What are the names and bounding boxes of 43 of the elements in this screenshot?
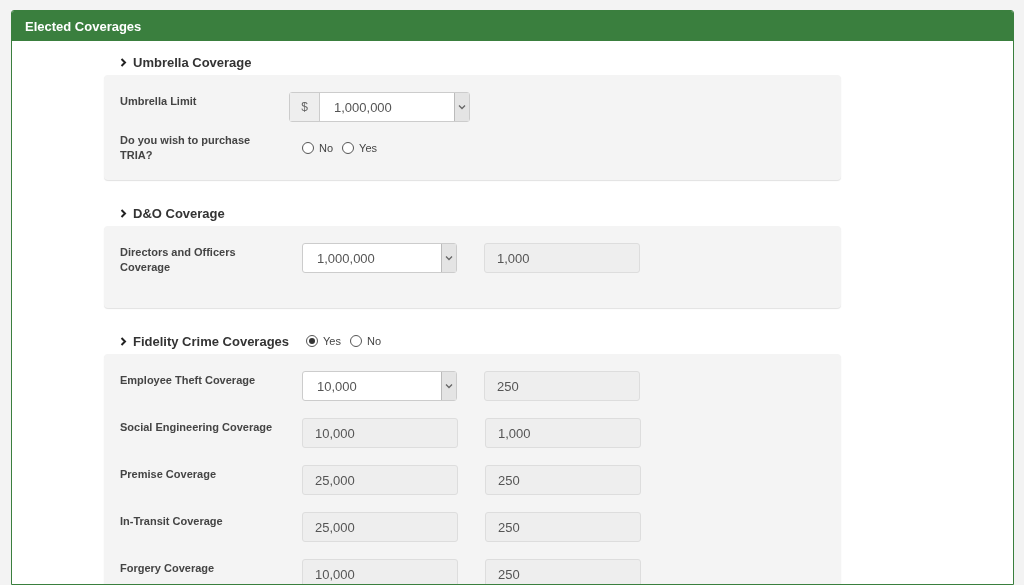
field-label: Employee Theft Coverage <box>120 373 257 388</box>
currency-addon: $ <box>290 93 320 121</box>
readonly-field: 25,000 <box>302 465 458 495</box>
caret-icon <box>445 255 453 261</box>
section-title: D&O Coverage <box>133 205 225 221</box>
radio-option[interactable]: Yes <box>342 142 377 154</box>
select-field[interactable]: 10,000 <box>302 371 457 401</box>
readonly-field: 250 <box>484 371 640 401</box>
select-field[interactable]: 1,000,000 <box>302 243 457 273</box>
readonly-field: 10,000 <box>302 559 458 584</box>
radio-button[interactable] <box>349 335 362 347</box>
field-label: Directors and Officers Coverage <box>120 245 237 275</box>
dropdown-button[interactable] <box>441 244 456 272</box>
dropdown-button[interactable] <box>441 372 456 400</box>
field-label: Social Engineering Coverage <box>120 420 274 435</box>
readonly-field: 1,000 <box>485 418 641 448</box>
readonly-field: 250 <box>485 512 641 542</box>
radio-button[interactable] <box>306 335 318 347</box>
select-field[interactable]: $ 1,000,000 <box>289 92 470 122</box>
chevron-right-icon <box>120 337 127 346</box>
panel-title: Elected Coverages <box>25 18 142 34</box>
field-label: Forgery Coverage <box>120 561 216 576</box>
radio-button[interactable] <box>302 142 314 154</box>
dropdown-button[interactable] <box>454 93 469 121</box>
readonly-field: 250 <box>485 559 641 584</box>
caret-icon <box>458 104 466 110</box>
chevron-right-icon <box>120 58 127 67</box>
readonly-field: 10,000 <box>302 418 458 448</box>
field-label: Premise Coverage <box>120 467 217 482</box>
readonly-field: 250 <box>485 465 641 495</box>
caret-icon <box>445 383 453 389</box>
radio-button[interactable] <box>342 142 355 154</box>
field-label: Umbrella Limit <box>120 94 198 109</box>
readonly-field: 1,000 <box>484 243 640 273</box>
section-title: Umbrella Coverage <box>133 54 252 70</box>
field-label: Do you wish to purchase TRIA? <box>120 133 252 163</box>
field-label: In-Transit Coverage <box>120 514 224 529</box>
radio-option[interactable]: Yes <box>306 335 341 347</box>
radio-option[interactable]: No <box>302 142 334 154</box>
readonly-field: 25,000 <box>302 512 458 542</box>
section-title: Fidelity Crime Coverages <box>133 333 290 349</box>
chevron-right-icon <box>120 209 127 218</box>
radio-option[interactable]: No <box>349 335 381 347</box>
